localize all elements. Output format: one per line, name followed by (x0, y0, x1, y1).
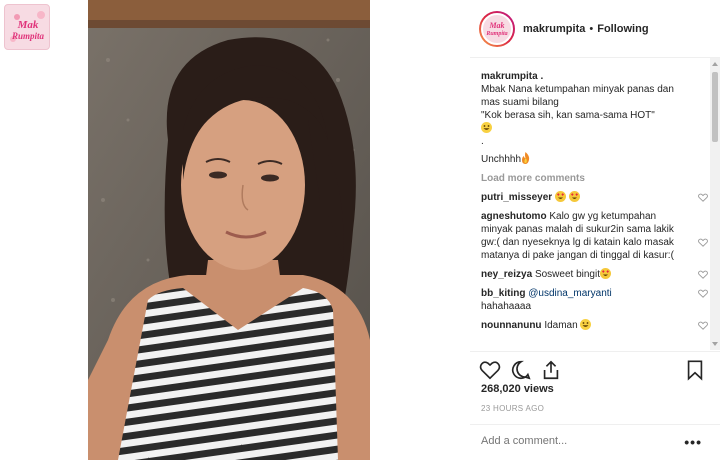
brand-logo: Mak Rumpita (4, 4, 50, 50)
comment-username[interactable]: ney_reizya (481, 269, 532, 280)
post-video[interactable] (88, 0, 370, 460)
heart-eyes-emoji (599, 268, 611, 279)
caption-line: "Kok berasa sih, kan sama-sama HOT" (481, 110, 655, 121)
svg-text:Mak: Mak (17, 19, 39, 31)
comment-item: bb_kiting @usdina_maryanti hahahaaaa (481, 287, 710, 313)
like-comment-heart-icon[interactable] (698, 270, 708, 279)
grin-emoji (580, 319, 592, 330)
comment-text: Idaman (544, 320, 578, 331)
comment-text: hahahaaaa (481, 301, 532, 312)
caption-last-line: Unchhhh (481, 152, 710, 166)
left-margin: Mak Rumpita (0, 0, 88, 460)
header-username[interactable]: makrumpita (523, 23, 585, 35)
svg-text:Rumpita: Rumpita (11, 31, 45, 41)
caption: makrumpita . Mbak Nana ketumpahan minyak… (481, 70, 710, 166)
svg-text:Rumpita: Rumpita (485, 31, 507, 37)
comment-item: agneshutomo Kalo gw yg ketumpahan minyak… (481, 210, 710, 262)
comment-item: ney_reizya Sosweet bingit (481, 268, 710, 281)
heart-eyes-emoji (554, 191, 566, 202)
caption-emoji-line (481, 122, 710, 135)
profile-avatar[interactable]: Mak Rumpita (479, 10, 515, 47)
post-timestamp[interactable]: 23 HOURS AGO (481, 404, 544, 413)
comment-username[interactable]: putri_misseyer (481, 192, 552, 203)
heart-icon[interactable] (479, 359, 501, 381)
post-details-panel: Mak Rumpita makrumpita • Following makru… (470, 0, 720, 460)
like-comment-heart-icon[interactable] (698, 193, 708, 202)
media-right-margin (370, 0, 470, 460)
scroll-down-arrow-icon[interactable] (712, 342, 718, 346)
caption-username[interactable]: makrumpita . (481, 70, 710, 83)
comment-username[interactable]: agneshutomo (481, 211, 547, 222)
heart-eyes-emoji (568, 191, 580, 202)
scroll-up-arrow-icon[interactable] (712, 62, 718, 66)
view-count[interactable]: 268,020 views (481, 383, 554, 395)
header-separator: • (589, 22, 594, 35)
comment-mention-link[interactable]: @usdina_maryanti (528, 288, 612, 299)
add-comment-input[interactable] (481, 435, 671, 447)
bookmark-icon[interactable] (684, 359, 706, 381)
like-comment-heart-icon[interactable] (698, 238, 708, 247)
comments-scrollbar[interactable] (710, 58, 720, 350)
comment-text: Sosweet bingit (534, 269, 600, 280)
caption-line: . (481, 136, 484, 147)
comment-item: putri_misseyer (481, 191, 710, 204)
scroll-thumb[interactable] (712, 72, 718, 142)
fire-emoji (522, 152, 530, 164)
grin-emoji (481, 122, 492, 133)
caption-line: Unchhhh (481, 154, 522, 165)
comment-icon[interactable] (510, 359, 532, 381)
instagram-post-view: Mak Rumpita Mak Rumpita makrumpita • Fol… (0, 0, 720, 460)
comments-list[interactable]: makrumpita . Mbak Nana ketumpahan minyak… (470, 58, 710, 350)
add-comment-bar: ••• (470, 424, 720, 460)
load-more-comments-button[interactable]: Load more comments (481, 172, 710, 185)
like-comment-heart-icon[interactable] (698, 321, 708, 330)
like-comment-heart-icon[interactable] (698, 289, 708, 298)
avatar-image: Mak Rumpita (481, 12, 513, 45)
post-header: Mak Rumpita makrumpita • Following (470, 0, 720, 58)
follow-status-button[interactable]: Following (597, 23, 648, 35)
more-options-icon[interactable]: ••• (684, 434, 702, 450)
share-icon[interactable] (540, 359, 562, 381)
caption-line: Mbak Nana ketumpahan minyak panas dan (481, 84, 674, 95)
svg-text:Mak: Mak (488, 21, 504, 30)
comment-username[interactable]: nounnanunu (481, 320, 542, 331)
comment-item: nounnanunu Idaman (481, 319, 710, 332)
caption-line: mas suami bilang (481, 97, 559, 108)
comment-username[interactable]: bb_kiting (481, 288, 525, 299)
